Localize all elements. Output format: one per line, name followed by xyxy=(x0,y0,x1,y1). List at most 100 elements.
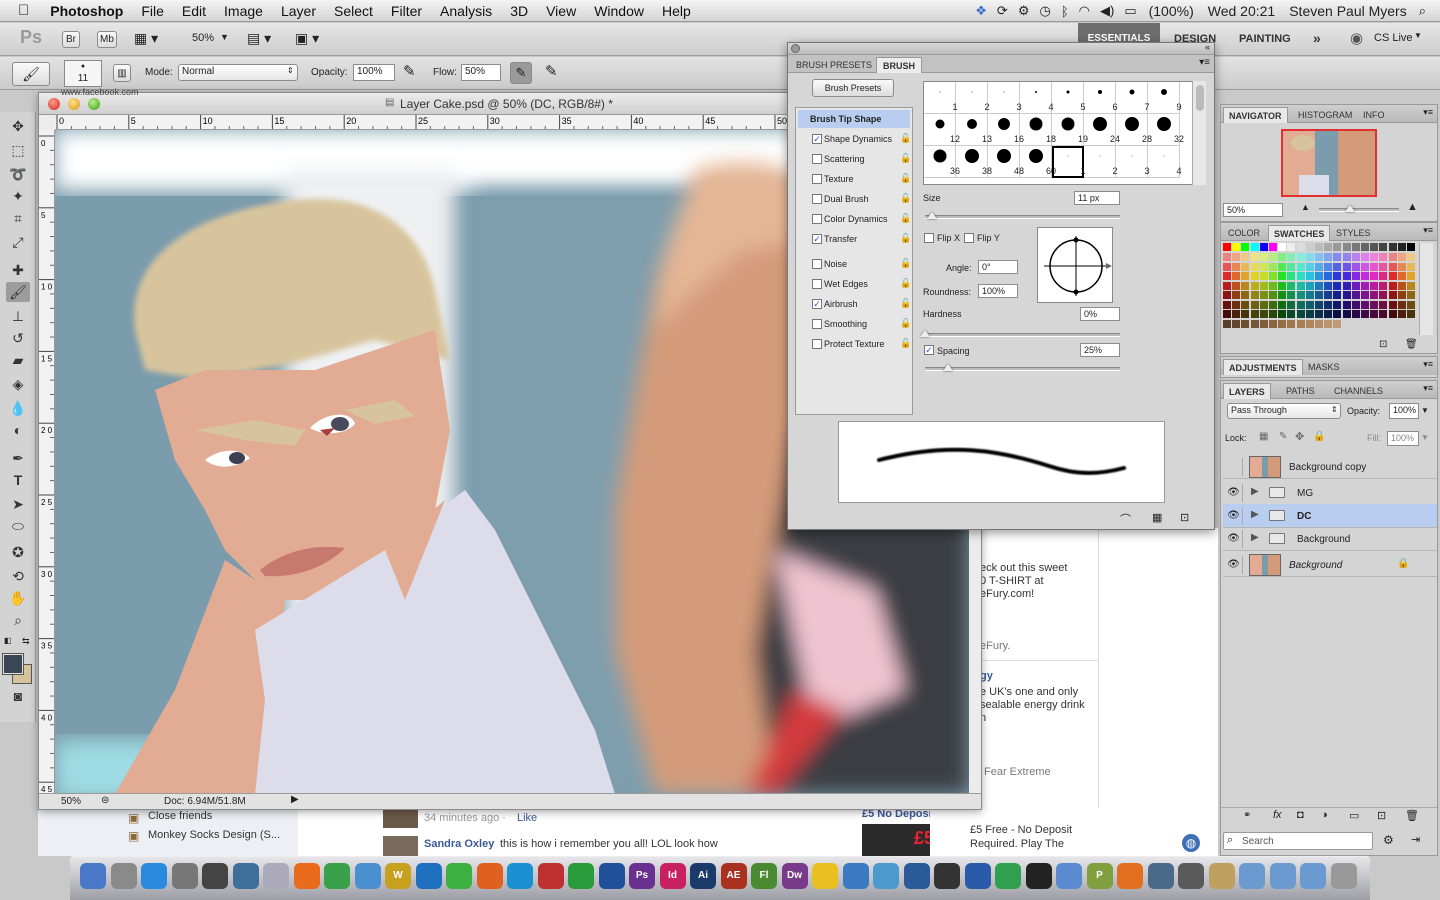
dodge-tool-icon[interactable]: ◐ xyxy=(6,420,30,440)
hand-tool-icon[interactable]: ✋ xyxy=(6,588,30,608)
color-swatch[interactable] xyxy=(1388,300,1397,309)
3d-orbit-tool-icon[interactable]: ⟲ xyxy=(6,566,30,586)
zoom-in-icon[interactable]: ▲ xyxy=(1407,201,1418,213)
color-swatch[interactable] xyxy=(1223,253,1231,261)
brush-tool-icon[interactable]: 🖌 xyxy=(6,282,30,302)
3d-rotate-tool-icon[interactable]: ✪ xyxy=(6,542,30,562)
layer-opacity-field[interactable]: 100% xyxy=(1389,403,1419,419)
menu-file[interactable]: File xyxy=(132,3,173,19)
tab-color[interactable]: COLOR xyxy=(1223,225,1265,241)
color-swatch[interactable] xyxy=(1259,320,1268,328)
sidebar-monkey-socks[interactable]: Monkey Socks Design (S... xyxy=(148,829,280,841)
panel-title-bar[interactable]: « xyxy=(788,42,1214,55)
color-swatch[interactable] xyxy=(1287,253,1296,261)
hardness-field[interactable]: 0% xyxy=(1080,307,1120,321)
dock-app-icon[interactable] xyxy=(964,863,991,889)
lock-icon[interactable]: 🔓 xyxy=(900,298,911,309)
dock-app-icon[interactable]: Dw xyxy=(781,863,808,889)
growl-icon[interactable]: ⚙ xyxy=(1013,3,1035,19)
color-swatch[interactable] xyxy=(1278,300,1287,309)
brush-tip-3[interactable]: 3 xyxy=(988,82,1022,114)
menu-window[interactable]: Window xyxy=(585,3,653,19)
ad1-line1[interactable]: eck out this sweet xyxy=(980,562,1067,574)
dock-app-icon[interactable]: Fl xyxy=(751,863,777,889)
layer-row[interactable]: 👁 ▶ MG xyxy=(1223,481,1437,505)
visibility-eye-icon[interactable] xyxy=(1225,458,1243,476)
color-swatch[interactable] xyxy=(1223,272,1231,280)
cs-live-icon[interactable]: ◉ xyxy=(1350,29,1363,47)
brush-tip-38[interactable]: 38 xyxy=(956,146,992,178)
color-swatch[interactable] xyxy=(1250,253,1259,261)
paint-bucket-tool-icon[interactable]: ◈ xyxy=(6,374,30,394)
flip-x-checkbox[interactable] xyxy=(924,233,934,243)
slider-knob[interactable] xyxy=(943,364,953,371)
chevron-down-icon[interactable]: ▼ xyxy=(1414,31,1422,40)
dock-app-icon[interactable] xyxy=(568,863,594,889)
color-swatch[interactable] xyxy=(1315,281,1323,290)
brush-grid-icon[interactable]: ▦ xyxy=(1152,511,1162,524)
spacing-field[interactable]: 25% xyxy=(1080,343,1120,357)
color-swatch[interactable] xyxy=(1315,262,1323,271)
color-swatch[interactable] xyxy=(1361,291,1369,299)
color-swatch[interactable] xyxy=(1324,291,1333,299)
color-swatch[interactable] xyxy=(1223,300,1231,309)
new-swatch-icon[interactable]: ⊡ xyxy=(1379,339,1387,350)
color-swatch[interactable] xyxy=(1305,300,1314,309)
color-swatch[interactable] xyxy=(1305,243,1314,251)
color-swatch[interactable] xyxy=(1397,281,1406,290)
document-size[interactable]: Doc: 6.94M/51.8M xyxy=(164,796,246,807)
color-swatch[interactable] xyxy=(1351,310,1360,318)
tool-preset-picker[interactable]: 🖌 xyxy=(12,62,50,86)
lock-transparency-icon[interactable]: ▦ xyxy=(1259,431,1268,442)
airbrush-toggle-icon[interactable]: ✎ xyxy=(510,62,532,84)
battery-percent[interactable]: (100%) xyxy=(1142,3,1201,19)
menu-view[interactable]: View xyxy=(537,3,585,19)
visibility-eye-icon[interactable]: 👁 xyxy=(1225,556,1243,574)
dock-app-icon[interactable] xyxy=(232,863,259,889)
color-swatch[interactable] xyxy=(1296,291,1305,299)
lock-icon[interactable]: 🔓 xyxy=(900,193,911,204)
color-swatch[interactable] xyxy=(1223,291,1231,299)
color-swatch[interactable] xyxy=(1296,262,1305,271)
option-checkbox[interactable] xyxy=(812,154,822,164)
color-swatch[interactable] xyxy=(1379,310,1388,318)
brush-tip-6[interactable]: 6 xyxy=(1084,82,1118,114)
slider-knob[interactable] xyxy=(1345,205,1355,212)
option-checkbox[interactable] xyxy=(812,214,822,224)
option-checkbox[interactable]: ✓ xyxy=(812,234,822,244)
color-swatch[interactable] xyxy=(1305,281,1314,290)
sign-in-icon[interactable]: ⇥ xyxy=(1411,833,1420,846)
spacing-slider[interactable] xyxy=(925,364,1120,371)
color-swatch[interactable] xyxy=(1351,281,1360,290)
dock-app-icon[interactable] xyxy=(1239,863,1265,889)
color-swatch[interactable] xyxy=(1388,243,1397,251)
brush-tip-28[interactable]: 28 xyxy=(1116,114,1152,146)
color-swatch[interactable] xyxy=(1379,262,1388,271)
toggle-brush-panel-icon[interactable]: ▥ xyxy=(113,64,131,82)
color-swatch[interactable] xyxy=(1333,281,1342,290)
color-swatch[interactable] xyxy=(1278,281,1287,290)
eyedropper-tool-icon[interactable]: ⤢ xyxy=(6,232,30,252)
marquee-tool-icon[interactable]: ⬚ xyxy=(6,140,30,160)
dock-app-icon[interactable] xyxy=(1178,863,1204,889)
dock-app-icon[interactable] xyxy=(1056,863,1082,889)
layer-row[interactable]: 👁 Background 🔒 xyxy=(1223,553,1437,577)
dock-app-icon[interactable]: AE xyxy=(720,863,747,889)
dock-app-icon[interactable] xyxy=(812,863,838,889)
dock-app-icon[interactable] xyxy=(80,863,106,889)
lock-icon[interactable]: 🔓 xyxy=(900,233,911,244)
lock-position-icon[interactable]: ✥ xyxy=(1295,430,1304,443)
color-swatch[interactable] xyxy=(1397,262,1406,271)
new-brush-icon[interactable]: ⊡ xyxy=(1180,511,1189,524)
color-swatch[interactable] xyxy=(1315,300,1323,309)
lock-icon[interactable]: 🔓 xyxy=(900,173,911,184)
color-swatch[interactable] xyxy=(1361,281,1369,290)
expand-triangle-icon[interactable]: ▶ xyxy=(1251,486,1259,497)
brush-tip-7[interactable]: 7 xyxy=(1116,82,1150,114)
color-swatch[interactable] xyxy=(1370,253,1379,261)
opacity-field[interactable]: 100% xyxy=(353,64,395,81)
color-swatch[interactable] xyxy=(1370,310,1379,318)
close-panel-icon[interactable] xyxy=(791,44,800,53)
lock-icon[interactable]: 🔓 xyxy=(900,338,911,349)
color-swatch[interactable] xyxy=(1407,281,1415,290)
